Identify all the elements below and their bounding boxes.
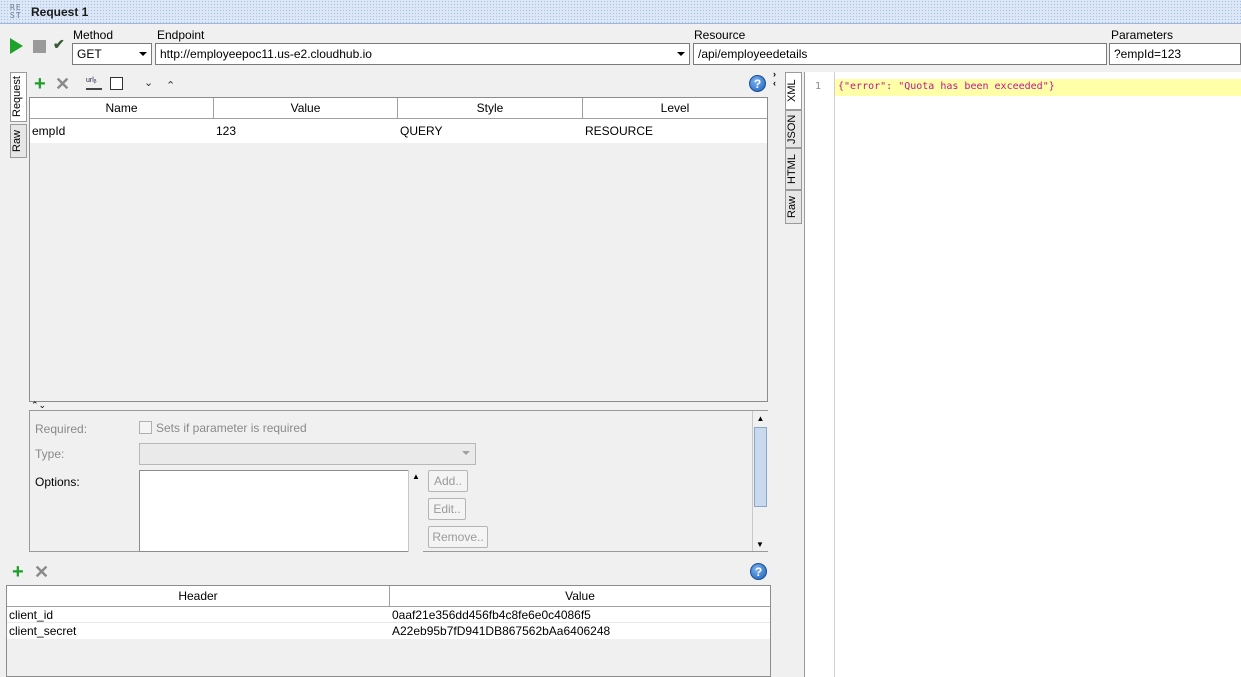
header-value-cell[interactable]: A22eb95b7fD941DB867562bAa6406248 — [390, 623, 770, 639]
parameters-input[interactable]: ?empId=123 — [1109, 43, 1241, 65]
header-name-cell[interactable]: client_id — [7, 607, 390, 622]
headers-table-header: Header Value — [7, 586, 770, 607]
column-level-header[interactable]: Level — [583, 98, 767, 118]
tab-raw-response[interactable]: Raw — [785, 190, 802, 224]
scroll-up-icon[interactable]: ▲ — [753, 414, 768, 423]
parameters-label: Parameters — [1111, 28, 1174, 42]
add-option-button[interactable]: Add.. — [428, 470, 468, 492]
options-scrollbar[interactable]: ▲ — [408, 470, 423, 552]
tab-json[interactable]: JSON — [785, 110, 802, 148]
endpoint-dropdown-icon[interactable] — [673, 44, 689, 64]
gutter-divider — [834, 72, 835, 677]
column-header-header[interactable]: Header — [7, 586, 390, 606]
tab-html[interactable]: HTML — [785, 148, 802, 190]
add-header-icon[interactable]: + — [12, 562, 24, 582]
header-value-cell[interactable]: 0aaf21e356dd456fb4c8fe6e0c4086f5 — [390, 607, 770, 622]
line-number: 1 — [815, 81, 822, 92]
stop-request-icon[interactable] — [33, 40, 46, 53]
settings-check-icon[interactable]: ✔ — [53, 36, 65, 53]
add-parameter-icon[interactable]: + — [34, 74, 46, 94]
move-down-icon[interactable]: ⌄ — [144, 76, 153, 89]
run-request-icon[interactable] — [10, 38, 23, 54]
required-label: Required: — [35, 422, 88, 436]
headers-table: Header Value client_id 0aaf21e356dd456fb… — [6, 585, 771, 677]
tab-raw-request[interactable]: Raw — [10, 124, 27, 158]
remove-option-button[interactable]: Remove.. — [428, 526, 488, 548]
param-value-cell[interactable]: 123 — [214, 119, 398, 143]
options-list[interactable] — [139, 470, 423, 552]
url-encode-icon[interactable]: urlᵦ — [86, 77, 102, 90]
params-table: Name Value Style Level empId 123 QUERY R… — [29, 97, 768, 402]
details-scrollbar[interactable]: ▲ ▼ — [752, 411, 768, 551]
endpoint-label: Endpoint — [157, 28, 205, 42]
method-dropdown-icon[interactable] — [135, 44, 151, 64]
rest-request-icon: RE ST — [10, 3, 22, 20]
collapse-left-icon[interactable]: › ‹ — [773, 70, 776, 88]
method-label: Method — [73, 28, 114, 42]
table-row[interactable]: client_id 0aaf21e356dd456fb4c8fe6e0c4086… — [7, 607, 770, 623]
column-header-value-header[interactable]: Value — [390, 586, 770, 606]
column-value-header[interactable]: Value — [214, 98, 398, 118]
tab-request[interactable]: Request — [10, 72, 27, 122]
move-up-icon[interactable]: ⌃ — [166, 79, 175, 92]
type-label: Type: — [35, 447, 65, 461]
param-style-cell[interactable]: QUERY — [398, 119, 583, 143]
required-checkbox[interactable] — [139, 421, 152, 434]
options-label: Options: — [35, 475, 80, 489]
scrollbar-thumb[interactable] — [754, 427, 767, 507]
edit-option-button[interactable]: Edit.. — [428, 498, 466, 520]
remove-header-icon[interactable]: ✕ — [34, 563, 49, 581]
scroll-down-icon[interactable]: ▼ — [753, 540, 767, 549]
params-help-icon[interactable]: ? — [749, 75, 766, 92]
expand-icon[interactable] — [110, 77, 123, 90]
resource-value: /api/employeedetails — [698, 47, 808, 61]
tab-xml[interactable]: XML — [785, 72, 802, 110]
method-value: GET — [77, 47, 102, 61]
response-editor[interactable] — [804, 72, 1241, 677]
title-bar: RE ST Request 1 — [0, 0, 1241, 24]
type-select[interactable] — [139, 443, 476, 465]
endpoint-input[interactable]: http://employeepoc11.us-e2.cloudhub.io — [155, 43, 690, 65]
resource-input[interactable]: /api/employeedetails — [693, 43, 1107, 65]
parameters-value: ?empId=123 — [1114, 47, 1182, 61]
table-row[interactable]: client_secret A22eb95b7fD941DB867562bAa6… — [7, 623, 770, 639]
remove-parameter-icon[interactable]: ✕ — [55, 75, 70, 93]
response-json-text: {"error": "Quota has been exceeded"} — [838, 81, 1055, 92]
column-name-header[interactable]: Name — [30, 98, 214, 118]
header-name-cell[interactable]: client_secret — [7, 623, 390, 639]
type-dropdown-icon[interactable] — [462, 451, 470, 455]
required-checkbox-label: Sets if parameter is required — [156, 421, 307, 435]
headers-help-icon[interactable]: ? — [750, 563, 767, 580]
column-style-header[interactable]: Style — [398, 98, 583, 118]
window-title: Request 1 — [31, 5, 89, 19]
param-name-cell[interactable]: empId — [30, 119, 214, 143]
resource-label: Resource — [694, 28, 746, 42]
params-table-header: Name Value Style Level — [30, 98, 767, 119]
endpoint-value: http://employeepoc11.us-e2.cloudhub.io — [160, 47, 372, 61]
param-level-cell[interactable]: RESOURCE — [583, 119, 767, 143]
table-row[interactable]: empId 123 QUERY RESOURCE — [30, 119, 767, 143]
